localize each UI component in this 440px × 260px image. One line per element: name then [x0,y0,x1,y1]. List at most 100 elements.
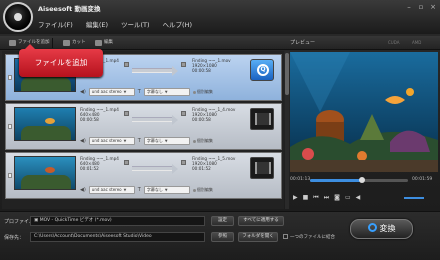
individual-edit-label: 個別編集 [196,138,213,143]
merge-option[interactable]: 一つのファイルに結合 [283,234,335,240]
file-row[interactable]: Finding ~~_1.mp4640×48000:00:58 Finding ~… [5,103,282,150]
merge-label: 一つのファイルに結合 [290,235,335,240]
seek-slider[interactable] [310,177,408,183]
quicktime-format-icon[interactable]: Q [250,59,274,81]
subtitle-value: 字幕なし [146,138,163,143]
folder-icon[interactable]: ▭ [345,194,351,202]
output-info: Finding ~~_1.mov 1920×1080 00:00:58 [192,58,231,74]
aquarium-scene-image [290,52,438,172]
chevron-down-icon: ▼ [164,90,168,94]
edit-bullet-icon [192,139,196,143]
output-info: Finding ~~_1_5.mov 1920×1080 00:01:52 [192,156,235,172]
edit-label: 編集 [104,40,113,45]
settings-button[interactable]: 設定 [211,216,234,226]
apply-all-button[interactable]: すべてに適用する [238,216,284,226]
input-duration: 00:00:58 [80,117,99,123]
scissors-icon [63,39,70,46]
clip-icon[interactable] [181,62,186,67]
menu-tools[interactable]: ツール(T) [121,19,150,29]
subtitle-icon: T [137,187,141,193]
previous-icon[interactable]: ⏮ [313,194,318,202]
video-format-icon[interactable] [250,108,274,130]
menu-edit[interactable]: 編集(E) [86,19,108,29]
minimize-icon[interactable]: – [404,3,414,11]
info-icon[interactable] [124,111,129,116]
input-info: Finding ~~_1.mp4640×48000:00:58 [80,107,119,123]
audio-track-select[interactable]: und aac stereo ▼ [88,186,135,194]
preview-title: プレビュー [290,40,316,46]
chevron-down-icon: ▼ [123,188,127,192]
individual-edit-button[interactable]: 個別編集 [192,138,213,144]
audio-track-value: und aac stereo [91,138,122,143]
audio-track-select[interactable]: und aac stereo ▼ [88,88,135,96]
app-logo [3,2,33,32]
playback-controls: ▶ ■ ⏮ ⏭ ◙ ▭ ◀ [293,193,360,203]
bottom-panel: プロファイル： ▣ MOV - QuickTime ビデオ (*.mov) 設定… [0,211,440,260]
subtitle-select[interactable]: 字幕なし ▼ [143,88,190,96]
time-bar: 00:01:13 00:01:59 [290,175,438,187]
next-icon[interactable]: ⏭ [324,194,329,202]
play-icon[interactable]: ▶ [293,194,298,202]
input-info: Finding ~~_1.mp4 640×480 00:01:52 [80,156,119,172]
info-icon[interactable] [124,160,129,165]
row-checkbox[interactable] [8,75,12,80]
seek-progress [310,179,362,182]
audio-icon: ◀) [80,89,86,95]
app-title: Aiseesoft 動画変換 [38,5,101,13]
profile-value: MOV - QuickTime ビデオ (*.mov) [39,218,112,223]
subtitle-select[interactable]: 字幕なし ▼ [143,186,190,194]
cut-button[interactable]: カット [63,38,86,47]
edit-button[interactable]: 編集 [95,38,113,47]
file-row[interactable]: Finding ~~_1.mp4 640×480 00:01:52 Finding ~… [5,152,282,199]
browse-button[interactable]: 参照 [211,232,234,242]
convert-label: 変換 [379,224,396,233]
menu-bar: ファイル(F) 編集(E) ツール(T) ヘルプ(H) [38,19,192,29]
toolbar-divider [52,38,53,48]
chevron-down-icon: ▼ [164,188,168,192]
convert-arrow [132,65,178,76]
volume-icon[interactable]: ◀ [356,194,361,202]
audio-icon: ◀) [80,187,86,193]
clip-icon[interactable] [181,111,186,116]
convert-button[interactable]: 変換 [350,219,413,239]
destination-label: 保存先： [4,235,25,241]
audio-track-value: und aac stereo [91,89,122,94]
clip-icon[interactable] [181,160,186,165]
stop-icon[interactable]: ■ [303,194,309,202]
open-folder-button[interactable]: フォルダを開く [238,232,278,242]
seek-handle[interactable] [358,177,365,183]
output-info: Finding ~~_1_4.mov 1920×1080 00:00:58 [192,107,235,123]
output-duration: 00:01:52 [192,166,211,172]
destination-field[interactable]: C:\Users\Account\Documents\Aiseesoft Stu… [30,232,205,242]
app-window: Aiseesoft 動画変換 ファイル(F) 編集(E) ツール(T) ヘルプ(… [0,0,440,260]
row-checkbox[interactable] [8,124,12,129]
volume-slider[interactable] [404,197,424,199]
profile-select[interactable]: ▣ MOV - QuickTime ビデオ (*.mov) [30,216,205,226]
scrollbar-thumb[interactable] [285,53,289,95]
cut-label: カット [72,40,86,45]
chevron-down-icon: ▼ [123,90,127,94]
maximize-icon[interactable]: ▫ [416,3,426,11]
edit-bullet-icon [192,90,196,94]
subtitle-select[interactable]: 字幕なし ▼ [143,137,190,145]
menu-file[interactable]: ファイル(F) [38,19,73,29]
film-add-icon [9,39,16,46]
video-thumbnail [14,156,76,190]
row-checkbox[interactable] [8,173,12,178]
video-format-icon[interactable] [250,157,274,179]
audio-track-select[interactable]: und aac stereo ▼ [88,137,135,145]
output-duration: 00:00:58 [192,68,211,74]
list-scrollbar[interactable] [285,51,289,209]
info-icon[interactable] [124,62,129,67]
individual-edit-button[interactable]: 個別編集 [192,89,213,95]
individual-edit-button[interactable]: 個別編集 [192,187,213,193]
merge-checkbox[interactable] [283,234,288,239]
menu-help[interactable]: ヘルプ(H) [163,19,192,29]
cuda-button[interactable]: CUDA [388,39,399,47]
snapshot-icon[interactable]: ◙ [334,194,340,202]
total-time: 00:01:59 [412,177,433,182]
convert-arrow [132,114,178,125]
amd-button[interactable]: AMD [412,39,421,47]
close-icon[interactable]: × [428,3,438,11]
chevron-down-icon: ▼ [164,139,168,143]
